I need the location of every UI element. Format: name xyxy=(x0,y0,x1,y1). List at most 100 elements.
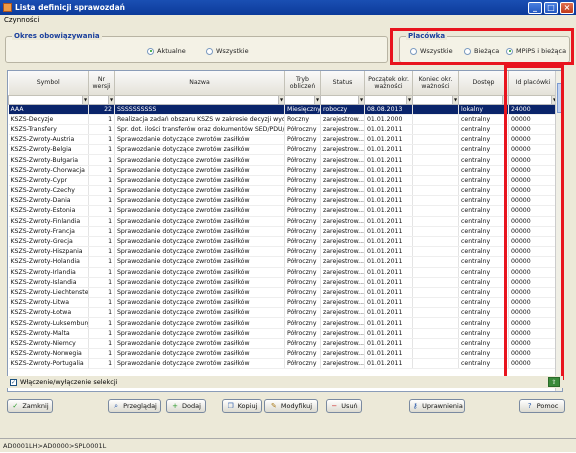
table-row[interactable]: KSZS-Zwroty-Irlandia 1 Sprawozdanie dotycz… xyxy=(8,267,558,278)
col-koniec[interactable]: Koniec okr. ważności xyxy=(412,71,459,96)
table-cell: zarejestrow... xyxy=(320,216,365,227)
table-row[interactable]: KSZS-Zwroty-Malta 1 Sprawozdanie dotyczące… xyxy=(8,328,558,339)
col-status[interactable]: Status xyxy=(320,71,365,96)
table-row[interactable]: KSZS-Zwroty-Cypr 1 Sprawozdanie dotyczące … xyxy=(8,175,558,187)
table-row[interactable]: KSZS-Zwroty-Grecja 1 Sprawozdanie dotycząc… xyxy=(8,236,558,248)
table-cell: 1 xyxy=(88,154,115,166)
radio-dot-icon xyxy=(206,47,213,55)
pomoc-button[interactable]: ? Pomoc xyxy=(519,399,565,413)
modyfikuj-button[interactable]: ✎ Modyfikuj xyxy=(264,399,318,413)
minimize-icon[interactable]: _ xyxy=(528,1,542,14)
table-cell: 1 xyxy=(88,236,115,248)
table-row[interactable]: KSZS-Zwroty-Łotwa 1 Sprawozdanie dotyczące… xyxy=(8,307,558,319)
filter-cell[interactable]: ▼ xyxy=(284,94,321,105)
table-row[interactable]: KSZS-Zwroty-Holandia 1 Sprawozdanie dotycz… xyxy=(8,256,558,268)
table-row[interactable]: KSZS-Zwroty-Francja 1 Sprawozdanie dotyczą… xyxy=(8,226,558,237)
table-cell: 01.01.2011 xyxy=(364,267,413,278)
filter-cell[interactable]: ▼ xyxy=(364,94,413,105)
table-row[interactable]: KSZS-Zwroty-Luksemburg 1 Sprawozdanie doty… xyxy=(8,317,558,329)
definitions-grid[interactable]: Symbol Nr wersji Nazwa Tryb obliczeń Sta… xyxy=(7,70,563,392)
table-cell: 01.01.2011 xyxy=(364,297,413,309)
uprawnienia-button[interactable]: ⚷ Uprawnienia xyxy=(409,399,465,413)
key-icon: ⚷ xyxy=(412,402,418,410)
magnifier-icon: ⌕ xyxy=(114,402,119,410)
pomoc-label: Pomoc xyxy=(536,402,559,410)
table-row[interactable]: KSZS-Zwroty-Austria 1 Sprawozdanie dotyczą… xyxy=(8,134,558,146)
highlight-id-placowki xyxy=(504,65,564,380)
table-row[interactable]: KSZS-Zwroty-Portugalia 1 Sprawozdanie doty… xyxy=(8,358,558,370)
minus-icon: − xyxy=(331,402,338,410)
table-cell: centralny xyxy=(458,256,509,268)
table-row[interactable]: KSZS-Zwroty-Norwegia 1 Sprawozdanie dotycz… xyxy=(8,348,558,360)
col-nr-wersji[interactable]: Nr wersji xyxy=(88,71,115,96)
dropdown-icon[interactable]: ▼ xyxy=(452,96,458,103)
table-cell: 1 xyxy=(88,195,115,207)
zamknij-button[interactable]: ✓ Zamknij xyxy=(7,399,53,413)
modyfikuj-label: Modyfikuj xyxy=(280,402,313,410)
dodaj-button[interactable]: + Dodaj xyxy=(166,399,206,413)
przegladaj-label: Przeglądaj xyxy=(123,402,157,410)
maximize-icon[interactable]: □ xyxy=(544,1,558,14)
col-nazwa[interactable]: Nazwa xyxy=(114,71,285,96)
table-row[interactable]: KSZS-Zwroty-Dania 1 Sprawozdanie dotyczące… xyxy=(8,195,558,207)
table-row[interactable]: KSZS-Zwroty-Czechy 1 Sprawozdanie dotycząc… xyxy=(8,185,558,197)
menu-czynnosci[interactable]: Czynności xyxy=(4,16,39,24)
kopiuj-label: Kopiuj xyxy=(237,402,258,410)
filter-cell[interactable]: ▼ xyxy=(8,94,89,105)
filter-cell[interactable]: ▼ xyxy=(320,94,365,105)
table-cell: centralny xyxy=(458,297,509,309)
table-row[interactable]: KSZS-Zwroty-Niemcy 1 Sprawozdanie dotycząc… xyxy=(8,338,558,350)
table-cell: centralny xyxy=(458,348,509,360)
dropdown-icon[interactable]: ▼ xyxy=(82,96,88,103)
table-row[interactable]: KSZS-Zwroty-Hiszpania 1 Sprawozdanie dotyc… xyxy=(8,246,558,258)
table-cell: zarejestrow... xyxy=(320,175,365,187)
col-tryb[interactable]: Tryb obliczeń xyxy=(284,71,321,96)
table-cell: 1 xyxy=(88,124,115,136)
kopiuj-button[interactable]: ❐ Kopiuj xyxy=(222,399,262,413)
checkbox-icon[interactable]: ✓ xyxy=(10,378,17,386)
export-excel-icon[interactable]: ⇧ xyxy=(548,377,560,387)
table-row[interactable]: KSZS-Zwroty-Chorwacja 1 Sprawozdanie dotyc… xyxy=(8,165,558,176)
table-row[interactable]: KSZS-Zwroty-Bułgaria 1 Sprawozdanie dotycz… xyxy=(8,154,558,166)
table-row[interactable]: KSZS-Zwroty-Islandia 1 Sprawozdanie dotycz… xyxy=(8,277,558,288)
menu-bar: Czynności xyxy=(0,15,576,26)
table-cell: zarejestrow... xyxy=(320,144,365,156)
table-row[interactable]: KSZS-Transfery 1 Spr. dot. ilości transfer… xyxy=(8,124,558,136)
radio-wszystkie[interactable]: Wszystkie xyxy=(206,47,249,55)
radio-aktualne[interactable]: Aktualne xyxy=(147,47,186,55)
dropdown-icon[interactable]: ▼ xyxy=(278,96,284,103)
table-cell: Półroczny xyxy=(284,317,321,329)
table-row[interactable]: KSZS-Zwroty-Liechtenstein 1 Sprawozdanie d… xyxy=(8,287,558,299)
col-dostep[interactable]: Dostęp xyxy=(458,71,509,96)
copy-icon: ❐ xyxy=(227,402,234,410)
usun-button[interactable]: − Usuń xyxy=(326,399,362,413)
table-cell: centralny xyxy=(458,185,509,197)
selection-toggle[interactable]: ✓ Włączenie/wyłączenie selekcji xyxy=(7,376,563,388)
przegladaj-button[interactable]: ⌕ Przeglądaj xyxy=(108,399,161,413)
table-row[interactable]: KSZS-Zwroty-Estonia 1 Sprawozdanie dotyczą… xyxy=(8,205,558,217)
table-row[interactable]: KSZS-Zwroty-Litwa 1 Sprawozdanie dotyczące… xyxy=(8,297,558,309)
filter-cell[interactable]: ▼ xyxy=(412,94,459,105)
table-row[interactable]: KSZS-Zwroty-Finlandia 1 Sprawozdanie dotyc… xyxy=(8,216,558,227)
filter-cell[interactable]: ▼ xyxy=(88,94,115,105)
dropdown-icon[interactable]: ▼ xyxy=(358,96,364,103)
table-cell: zarejestrow... xyxy=(320,277,365,288)
table-cell: zarejestrow... xyxy=(320,246,365,258)
col-poczatek[interactable]: Początek okr. ważności xyxy=(364,71,413,96)
filter-cell[interactable]: ▼ xyxy=(114,94,285,105)
col-symbol[interactable]: Symbol xyxy=(8,71,89,96)
table-cell: zarejestrow... xyxy=(320,165,365,176)
dropdown-icon[interactable]: ▼ xyxy=(406,96,412,103)
table-row[interactable]: AAA 22 SSSSSSSSSS Miesięczny roboczy 08.08.20… xyxy=(8,104,558,115)
table-cell xyxy=(412,114,459,125)
close-icon[interactable]: × xyxy=(560,1,574,14)
table-row[interactable]: KSZS-Decyzje 1 Realizacja zadań obszaru KS… xyxy=(8,114,558,125)
dropdown-icon[interactable]: ▼ xyxy=(314,96,320,103)
table-cell: 01.01.2011 xyxy=(364,185,413,197)
table-cell: 01.01.2011 xyxy=(364,226,413,237)
dropdown-icon[interactable]: ▼ xyxy=(108,96,114,103)
table-row[interactable]: KSZS-Zwroty-Belgia 1 Sprawozdanie dotycząc… xyxy=(8,144,558,156)
filter-cell[interactable]: ▼ xyxy=(458,94,509,105)
table-cell: KSZS-Zwroty-Hiszpania xyxy=(8,246,89,258)
table-cell: Półroczny xyxy=(284,236,321,248)
